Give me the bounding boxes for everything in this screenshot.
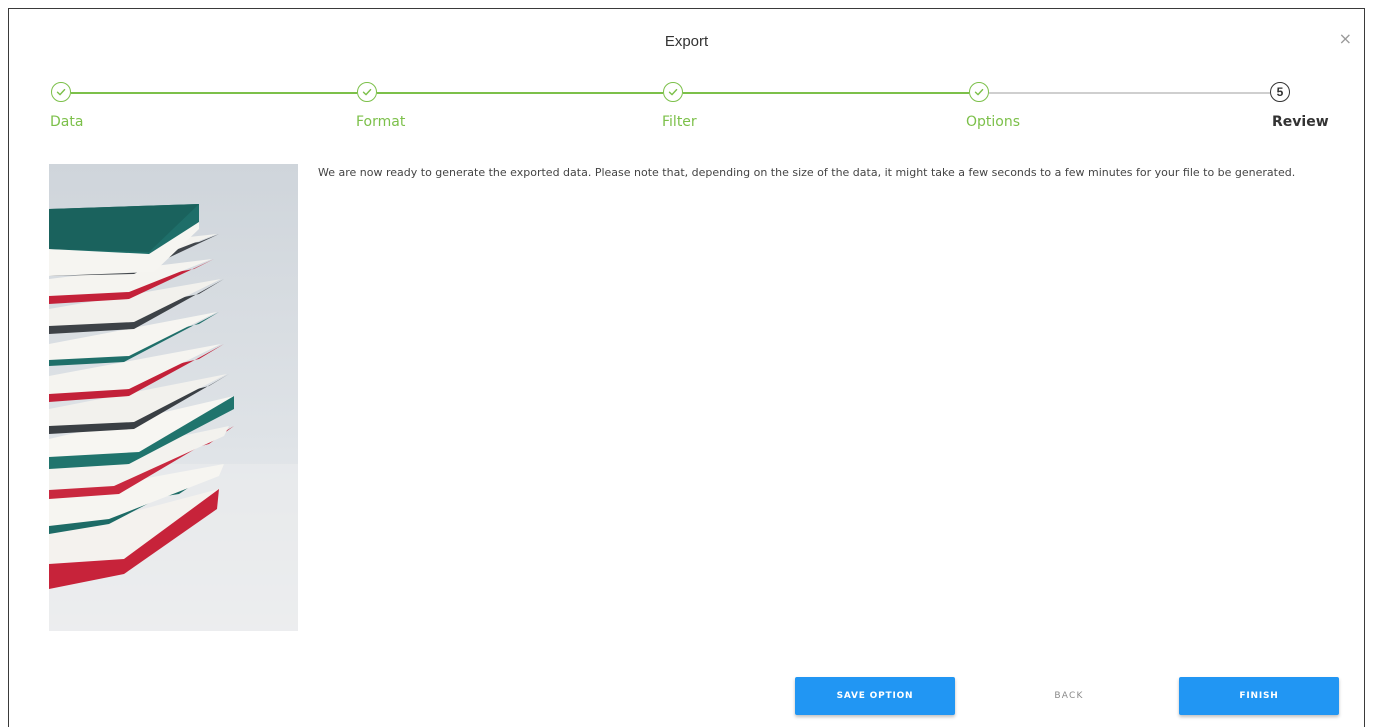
save-option-button[interactable]: SAVE OPTION <box>795 677 955 715</box>
step-connector-completed <box>377 92 663 94</box>
step-filter-indicator[interactable] <box>663 82 683 102</box>
export-stepper: Data Format Filter Options 5 Review <box>9 9 1364 149</box>
check-icon <box>56 88 66 96</box>
check-icon <box>362 88 372 96</box>
step-label-options[interactable]: Options <box>966 114 1020 130</box>
export-ready-message: We are now ready to generate the exporte… <box>318 166 1296 179</box>
step-review-indicator[interactable]: 5 <box>1270 82 1290 102</box>
step-label-data[interactable]: Data <box>50 114 83 130</box>
export-dialog: Export × Data Format Filter Options 5 Re… <box>8 8 1365 727</box>
book-stack-illustration <box>49 164 298 631</box>
step-format-indicator[interactable] <box>357 82 377 102</box>
step-label-format[interactable]: Format <box>356 114 405 130</box>
check-icon <box>974 88 984 96</box>
step-data-indicator[interactable] <box>51 82 71 102</box>
step-label-review[interactable]: Review <box>1272 114 1329 130</box>
step-connector-completed <box>71 92 357 94</box>
books-image <box>49 164 298 631</box>
back-button[interactable]: BACK <box>1029 677 1109 715</box>
step-connector-pending <box>989 92 1270 94</box>
step-options-indicator[interactable] <box>969 82 989 102</box>
step-number: 5 <box>1276 85 1284 99</box>
step-connector-completed <box>683 92 969 94</box>
finish-button[interactable]: FINISH <box>1179 677 1339 715</box>
check-icon <box>668 88 678 96</box>
step-label-filter[interactable]: Filter <box>662 114 697 130</box>
